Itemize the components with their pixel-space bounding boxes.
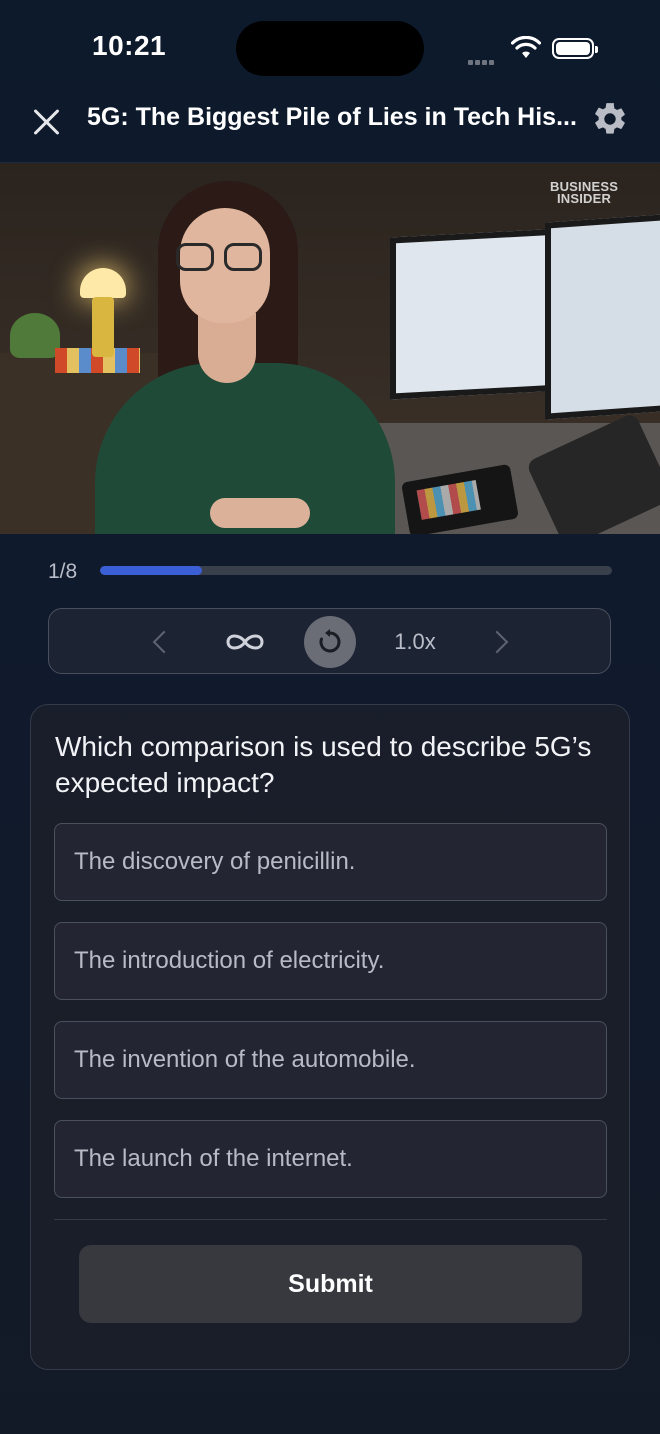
- progress-fill: [100, 566, 203, 575]
- playback-controls: 1.0x: [48, 608, 611, 674]
- battery-icon: [552, 38, 598, 59]
- infinity-icon: [226, 634, 264, 650]
- chevron-right-icon: [485, 630, 509, 654]
- monitor: [390, 228, 562, 400]
- speed-button[interactable]: 1.0x: [384, 609, 446, 675]
- video-watermark: BUSINESS INSIDER: [550, 179, 619, 206]
- replay-icon: [319, 629, 341, 653]
- quiz-question: Which comparison is used to describe 5G’…: [55, 731, 592, 798]
- answer-option-label: The launch of the internet.: [74, 1145, 353, 1172]
- video-player[interactable]: BUSINESS INSIDER: [0, 163, 660, 534]
- answer-option-label: The discovery of penicillin.: [74, 848, 356, 875]
- answer-option[interactable]: The discovery of penicillin.: [54, 823, 607, 901]
- close-icon[interactable]: [30, 105, 64, 139]
- monitor: [545, 213, 660, 420]
- submit-label: Submit: [288, 1269, 373, 1298]
- chevron-left-icon: [152, 630, 176, 654]
- progress-count: 1/8: [48, 560, 78, 583]
- quiz-card: Which comparison is used to describe 5G’…: [30, 704, 630, 1370]
- answer-option[interactable]: The launch of the internet.: [54, 1120, 607, 1198]
- status-bar: 10:21: [0, 0, 660, 96]
- status-time: 10:21: [92, 30, 167, 61]
- previous-button[interactable]: [144, 609, 184, 675]
- answer-option-label: The invention of the automobile.: [74, 1046, 416, 1073]
- page-title: 5G: The Biggest Pile of Lies in Tech His…: [87, 103, 577, 131]
- dynamic-island: [236, 21, 424, 76]
- speed-label: 1.0x: [394, 629, 436, 654]
- glasses: [176, 243, 268, 273]
- submit-button[interactable]: Submit: [79, 1245, 582, 1323]
- header: 5G: The Biggest Pile of Lies in Tech His…: [0, 96, 660, 163]
- progress-bar: [100, 566, 612, 575]
- plant: [10, 313, 60, 358]
- loop-button[interactable]: [219, 609, 271, 675]
- cellular-signal-icon: [468, 52, 496, 70]
- answer-option-label: The introduction of electricity.: [74, 947, 385, 974]
- wifi-icon: [511, 36, 541, 58]
- gear-icon[interactable]: [591, 100, 629, 138]
- answer-option[interactable]: The introduction of electricity.: [54, 922, 607, 1000]
- next-button[interactable]: [477, 609, 517, 675]
- replay-button[interactable]: [304, 609, 356, 675]
- answer-option[interactable]: The invention of the automobile.: [54, 1021, 607, 1099]
- progress-indicator: 1/8: [48, 558, 612, 586]
- divider: [54, 1219, 607, 1220]
